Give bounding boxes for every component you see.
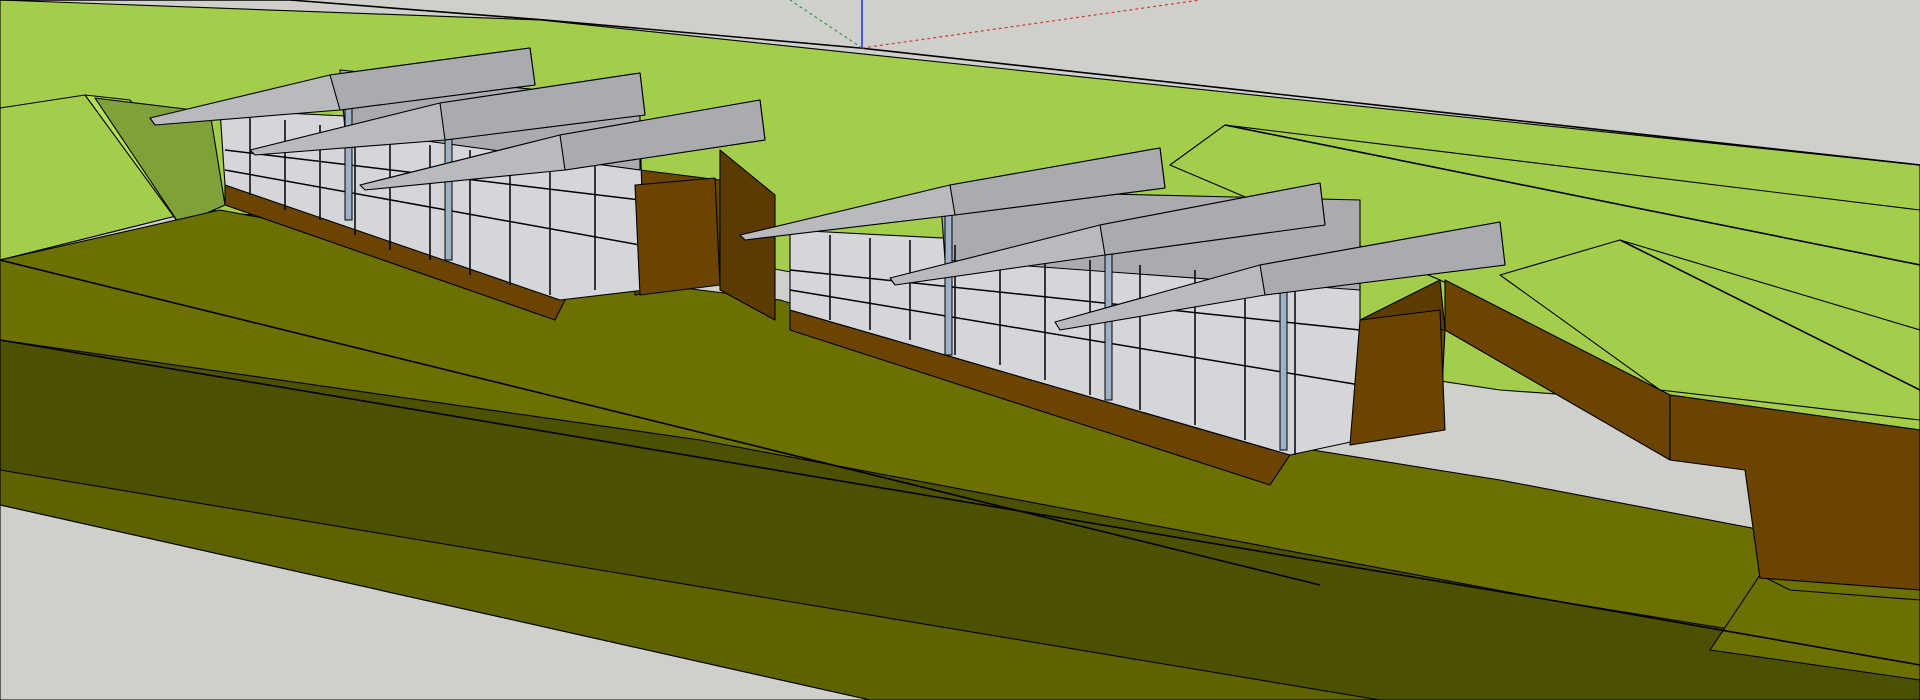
right-building-column-3 — [1279, 269, 1288, 451]
3d-model-scene[interactable] — [0, 0, 1920, 700]
left-building-door-block — [634, 177, 721, 296]
right-building-end-block — [1349, 309, 1446, 446]
sketchup-model-viewport[interactable] — [0, 0, 1920, 700]
